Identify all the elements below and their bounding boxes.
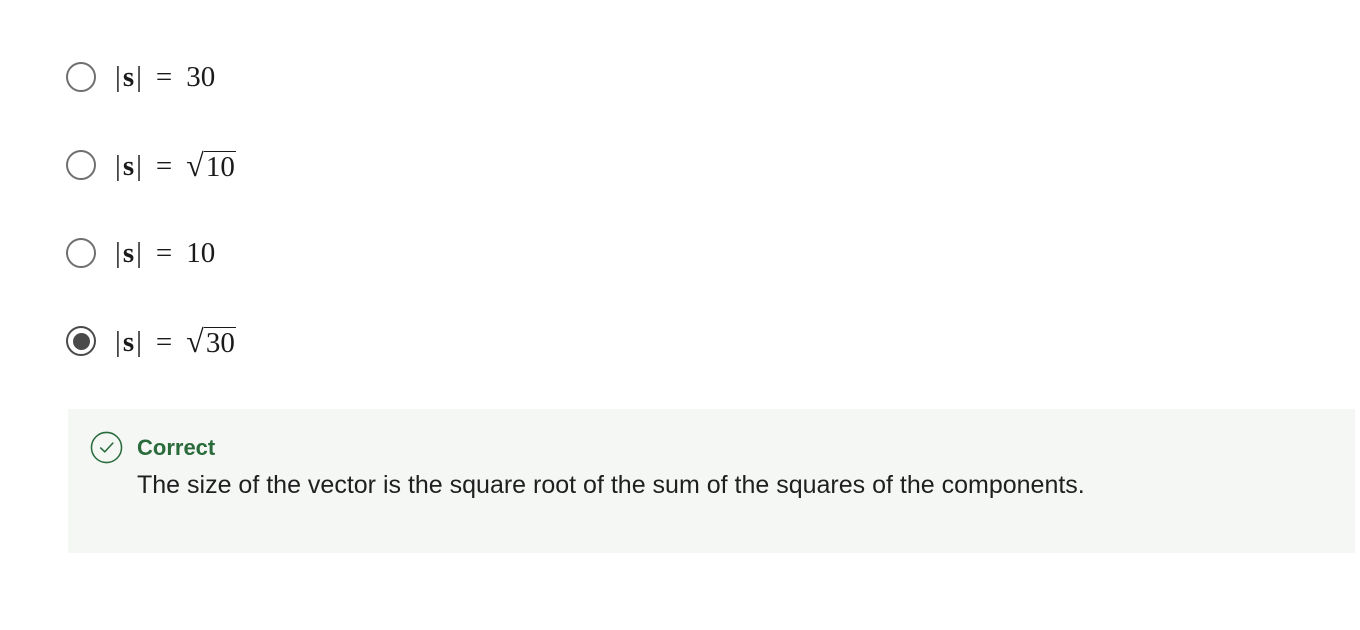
option-2[interactable]: | s | = √ 10 <box>66 143 236 187</box>
option-3-formula: | s | = 10 <box>115 237 215 270</box>
square-root: √ 10 <box>186 148 236 182</box>
radio-button-selected[interactable] <box>66 326 96 356</box>
abs-bar-right: | <box>136 149 142 182</box>
vector-s: s <box>122 325 135 358</box>
vector-s: s <box>122 149 135 182</box>
radio-button-unselected[interactable] <box>66 150 96 180</box>
vector-s: s <box>122 236 135 269</box>
equals-sign: = <box>155 149 173 182</box>
option-4-formula: | s | = √ 30 <box>115 324 236 359</box>
radical-sign: √ <box>186 322 204 359</box>
radio-selected-dot <box>72 332 90 350</box>
radio-button-unselected[interactable] <box>66 238 96 268</box>
option-2-formula: | s | = √ 10 <box>115 148 236 183</box>
option-3-value: 10 <box>186 236 216 269</box>
radical-sign: √ <box>186 146 204 183</box>
check-circle-icon <box>90 431 123 464</box>
option-4[interactable]: | s | = √ 30 <box>66 319 236 363</box>
option-4-value: 30 <box>203 326 236 359</box>
square-root: √ 30 <box>186 324 236 358</box>
option-1[interactable]: | s | = 30 <box>66 55 236 99</box>
equals-sign: = <box>155 236 173 269</box>
feedback-status: Correct <box>137 435 216 460</box>
answer-options: | s | = 30 | s | = √ 10 | s | = 10 | s |… <box>66 55 236 407</box>
radio-button-unselected[interactable] <box>66 62 96 92</box>
equals-sign: = <box>155 325 173 358</box>
option-3[interactable]: | s | = 10 <box>66 231 236 275</box>
feedback-panel: Correct The size of the vector is the sq… <box>68 409 1355 553</box>
option-1-value: 30 <box>186 60 216 93</box>
abs-bar-right: | <box>136 236 142 269</box>
feedback-explanation: The size of the vector is the square roo… <box>137 471 1085 499</box>
abs-bar-right: | <box>136 325 142 358</box>
option-1-formula: | s | = 30 <box>115 61 215 94</box>
vector-s: s <box>122 60 135 93</box>
equals-sign: = <box>155 60 173 93</box>
option-2-value: 10 <box>203 150 236 183</box>
abs-bar-right: | <box>136 60 142 93</box>
